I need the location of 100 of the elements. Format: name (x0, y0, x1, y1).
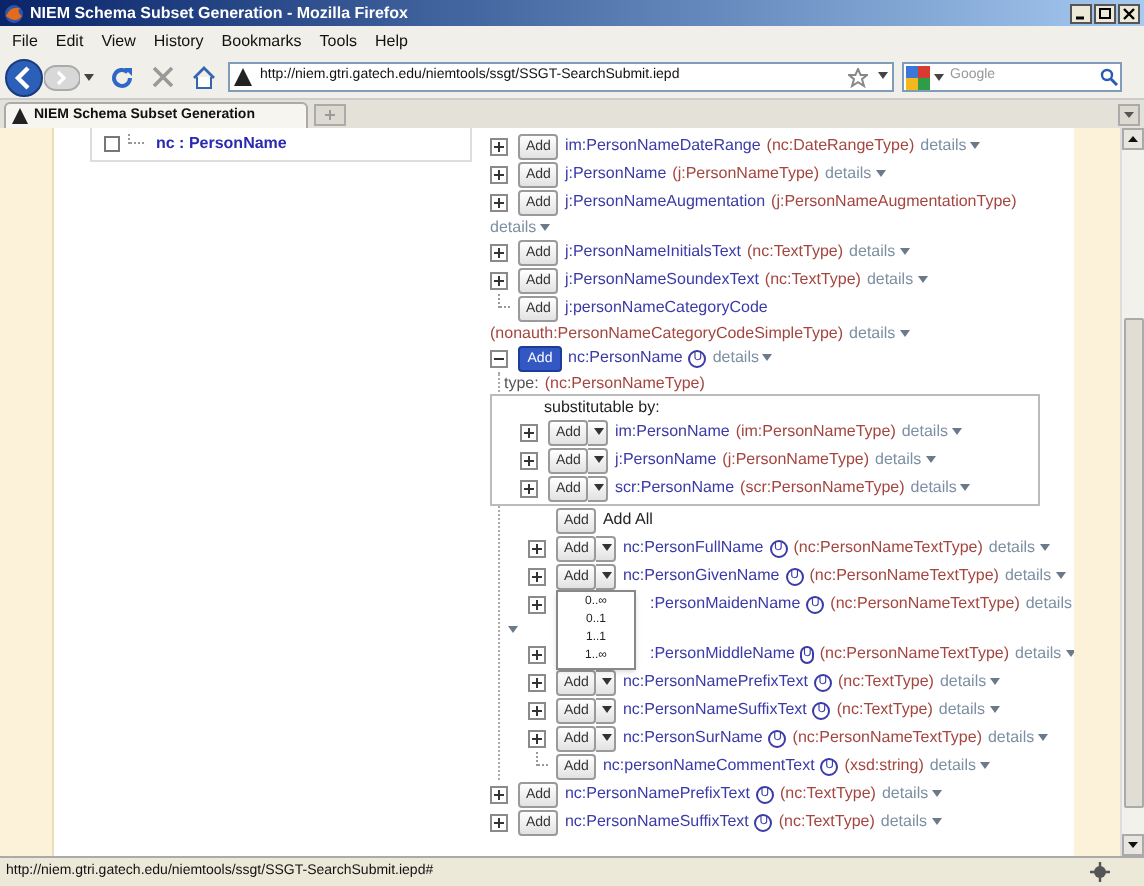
element-name: nc:PersonNameSuffixText (564, 810, 749, 834)
caret-icon (899, 248, 910, 256)
scroll-down-icon[interactable] (1122, 834, 1144, 856)
dropdown-button[interactable] (596, 725, 617, 751)
caret-icon (960, 484, 971, 492)
checkbox[interactable] (104, 136, 120, 152)
add-all-label: Add All (602, 508, 653, 532)
element-name: j:PersonName (564, 162, 667, 186)
expand-icon[interactable] (528, 729, 546, 747)
collapse-icon[interactable] (490, 349, 508, 367)
type-name: (scr:PersonNameType) (740, 476, 905, 500)
expand-icon[interactable] (528, 673, 546, 691)
caret-icon (540, 223, 551, 231)
window-title: NIEM Schema Subset Generation - Mozilla Firefox (30, 1, 408, 25)
caret-icon (990, 678, 1001, 686)
caret-icon (594, 428, 605, 436)
expand-icon[interactable] (520, 479, 538, 497)
caret-icon (1055, 572, 1066, 580)
engine-dropdown-icon (934, 73, 944, 81)
expand-icon[interactable] (490, 785, 508, 803)
type-name: (nc:TextType) (837, 670, 934, 694)
element-name: nc:PersonNamePrefixText (564, 782, 750, 806)
caret-icon (1038, 734, 1049, 742)
addon-icon (1090, 862, 1110, 882)
type-name: (nc:TextType) (778, 810, 875, 834)
reload-icon[interactable] (110, 65, 134, 89)
caret-icon (602, 544, 613, 552)
scroll-up-icon[interactable] (1122, 128, 1144, 150)
type-name: (nc:PersonNameTextType) (830, 592, 1020, 616)
caret-icon (951, 428, 962, 436)
tab-list-icon[interactable] (1118, 104, 1140, 126)
dropdown-button[interactable] (588, 475, 609, 501)
menu-item[interactable]: File (12, 29, 38, 53)
dropdown-button[interactable] (596, 669, 617, 695)
scrollbar[interactable] (1120, 128, 1144, 856)
element-name: scr:PersonName (614, 476, 735, 500)
expand-icon[interactable] (490, 243, 508, 261)
expand-icon[interactable] (490, 165, 508, 183)
element-name: j:PersonNameInitialsText (564, 240, 742, 264)
type-name: (nc:TextType) (779, 782, 876, 806)
element-name: im:PersonNameDateRange (564, 134, 761, 158)
menu-item[interactable]: Edit (55, 29, 84, 53)
menu-item[interactable]: Bookmarks (221, 29, 302, 53)
dropdown-button[interactable] (596, 535, 617, 561)
menu-item[interactable]: Help (374, 29, 408, 53)
caret-icon (594, 456, 605, 464)
browser-logo-icon (4, 3, 24, 23)
caret-icon (594, 484, 605, 492)
caret-icon (917, 276, 928, 284)
star-icon[interactable] (848, 67, 868, 87)
element-name: j:PersonNameAugmentation (564, 190, 766, 214)
caret-icon (602, 706, 613, 714)
type-name: (nc:PersonNameTextType) (809, 564, 999, 588)
expand-icon[interactable] (490, 271, 508, 289)
menu-item[interactable]: View (101, 29, 136, 53)
search-engine-icon (906, 65, 930, 89)
element-name: nc:PersonSurName (622, 726, 763, 750)
type-label: type: (504, 371, 539, 395)
expand-icon[interactable] (528, 595, 546, 613)
type-name: (nc:PersonNameType) (544, 371, 705, 395)
menu-item[interactable]: History (153, 29, 204, 53)
expand-icon[interactable] (490, 193, 508, 211)
element-name: :PersonMaidenName (650, 592, 801, 616)
expand-icon[interactable] (528, 701, 546, 719)
expand-icon[interactable] (490, 813, 508, 831)
caret-icon (899, 329, 910, 337)
type-name: (nc:TextType) (836, 698, 933, 722)
caret-icon (970, 142, 981, 150)
dropdown-button[interactable] (588, 419, 609, 445)
expand-icon[interactable] (528, 539, 546, 557)
expand-icon[interactable] (520, 423, 538, 441)
caret-icon (508, 625, 518, 633)
minimize-icon[interactable] (1070, 3, 1092, 23)
type-name: (im:PersonNameType) (735, 420, 896, 444)
caret-icon (931, 818, 942, 826)
close-icon[interactable] (1118, 3, 1140, 23)
expand-icon[interactable] (490, 137, 508, 155)
maximize-icon[interactable] (1094, 3, 1116, 23)
caret-icon (1039, 544, 1050, 552)
element-name: nc:PersonNameSuffixText (622, 698, 807, 722)
expand-icon[interactable] (528, 567, 546, 585)
back-icon[interactable] (4, 57, 44, 97)
element-name: nc:personNameCommentText (602, 754, 815, 778)
menu-item[interactable]: Tools (319, 29, 357, 53)
type-name: (j:PersonNameAugmentationType) (771, 190, 1017, 214)
caret-icon (602, 734, 613, 742)
element-name: nc:PersonFullName (622, 536, 764, 560)
expand-icon[interactable] (528, 645, 546, 663)
element-name: nc:PersonNamePrefixText (622, 670, 808, 694)
element-name: im:PersonName (614, 420, 730, 444)
dropdown-button[interactable] (596, 563, 617, 589)
dropdown-button[interactable] (596, 697, 617, 723)
home-icon[interactable] (192, 65, 216, 89)
type-name: (j:PersonNameType) (672, 162, 820, 186)
site-icon (12, 108, 28, 124)
search-icon[interactable] (1100, 68, 1118, 86)
dropdown-button[interactable] (588, 447, 609, 473)
caret-icon (602, 572, 613, 580)
expand-icon[interactable] (520, 451, 538, 469)
type-name: (nc:PersonNameTextType) (793, 536, 983, 560)
